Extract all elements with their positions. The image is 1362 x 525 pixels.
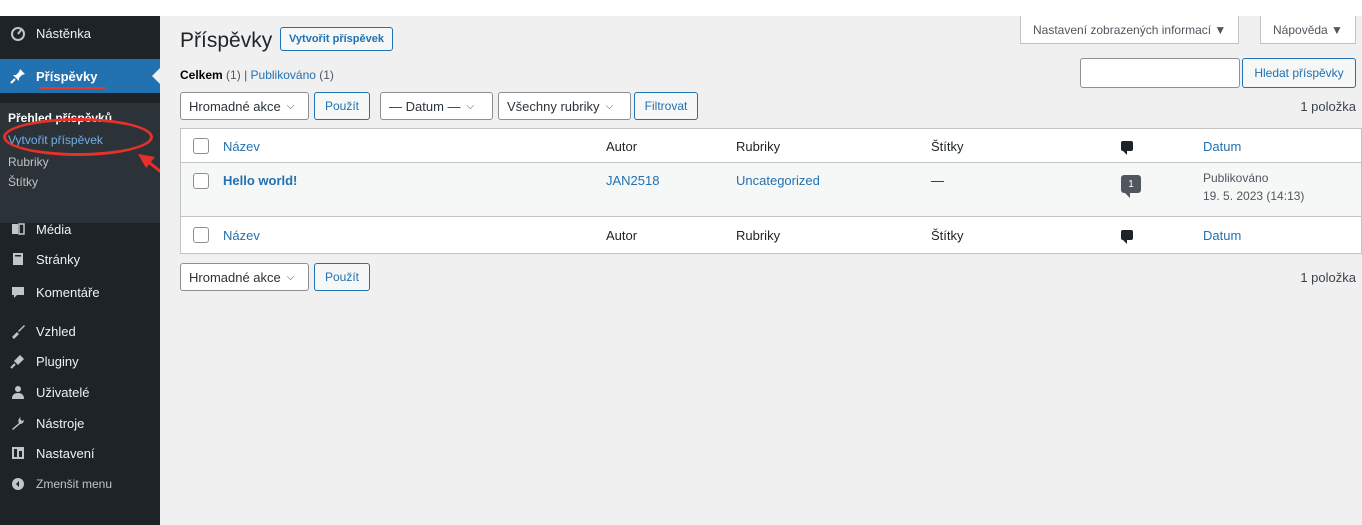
column-author: Autor	[606, 139, 638, 154]
pages-icon	[0, 251, 36, 267]
post-status-filters: Celkem (1) | Publikováno (1)	[180, 68, 334, 82]
comment-bubble-icon[interactable]	[1121, 141, 1133, 155]
submenu-tags[interactable]: Štítky	[8, 175, 38, 189]
menu-item-collapse[interactable]: Zmenšit menu	[0, 467, 160, 501]
table-footer-row: Název Autor Rubriky Štítky Datum	[181, 217, 1361, 253]
admin-bar	[0, 0, 1362, 16]
filter-all[interactable]: Celkem	[180, 68, 223, 82]
column-title-footer[interactable]: Název	[223, 228, 260, 243]
menu-label: Zmenšit menu	[36, 477, 113, 491]
item-count-bottom: 1 položka	[1300, 270, 1356, 285]
users-icon	[0, 384, 36, 400]
menu-label: Nastavení	[36, 445, 95, 461]
main-content: Nastavení zobrazených informací ▼ Nápově…	[160, 16, 1362, 525]
add-new-post-button[interactable]: Vytvořit příspěvek	[280, 27, 393, 51]
posts-table: Název Autor Rubriky Štítky Datum Hello w…	[180, 128, 1362, 254]
submenu-categories[interactable]: Rubriky	[8, 155, 49, 169]
active-arrow	[152, 68, 160, 84]
comment-count-bubble[interactable]: 1	[1121, 175, 1141, 198]
menu-item-appearance[interactable]: Vzhled	[0, 314, 160, 348]
column-tags-footer: Štítky	[931, 228, 964, 243]
menu-label: Příspěvky	[36, 68, 98, 84]
screen-options-button[interactable]: Nastavení zobrazených informací ▼	[1020, 16, 1240, 44]
post-status: Publikováno	[1203, 171, 1269, 185]
annotation-underline	[40, 87, 106, 89]
settings-icon	[0, 445, 36, 461]
column-categories: Rubriky	[736, 139, 781, 154]
chevron-down-icon: ⌵	[605, 100, 614, 112]
filter-separator: |	[244, 68, 248, 82]
tools-icon	[0, 415, 36, 431]
post-category-link[interactable]: Uncategorized	[736, 173, 820, 188]
menu-item-plugins[interactable]: Pluginy	[0, 344, 160, 378]
category-filter-value: Všechny rubriky	[507, 98, 600, 114]
category-filter-select[interactable]: Všechny rubriky ⌵	[498, 92, 631, 120]
menu-label: Pluginy	[36, 353, 79, 369]
menu-label: Nástěnka	[36, 25, 91, 41]
post-title-link[interactable]: Hello world!	[223, 173, 297, 188]
chevron-down-icon: ⌵	[466, 100, 475, 112]
pin-icon	[0, 68, 36, 84]
column-date[interactable]: Datum	[1203, 139, 1241, 154]
bulk-actions-value: Hromadné akce	[189, 269, 281, 285]
filter-published-count: (1)	[319, 68, 334, 82]
search-input[interactable]	[1080, 58, 1240, 88]
table-row: Hello world! JAN2518 Uncategorized — 1 P…	[181, 163, 1361, 217]
menu-item-pages[interactable]: Stránky	[0, 242, 160, 276]
column-author-footer: Autor	[606, 228, 638, 243]
post-author-link[interactable]: JAN2518	[606, 173, 659, 188]
admin-sidebar: Nástěnka Příspěvky Přehled příspěvků Vyt…	[0, 16, 160, 525]
filter-button[interactable]: Filtrovat	[634, 92, 698, 120]
help-button[interactable]: Nápověda ▼	[1260, 16, 1356, 44]
menu-item-posts[interactable]: Příspěvky	[0, 59, 160, 93]
bulk-actions-select-bottom[interactable]: Hromadné akce ⌵	[180, 263, 309, 291]
menu-item-dashboard[interactable]: Nástěnka	[0, 16, 160, 50]
collapse-icon	[0, 476, 36, 492]
column-tags: Štítky	[931, 139, 964, 154]
page-title: Příspěvky	[180, 29, 273, 52]
apply-button[interactable]: Použít	[314, 92, 370, 120]
select-all-checkbox[interactable]	[193, 138, 209, 154]
chevron-down-icon: ⌵	[286, 271, 295, 283]
comments-icon	[0, 284, 36, 300]
media-icon	[0, 221, 36, 237]
dashboard-icon	[0, 25, 36, 41]
menu-item-users[interactable]: Uživatelé	[0, 375, 160, 409]
menu-label: Média	[36, 221, 72, 237]
row-checkbox[interactable]	[193, 173, 209, 189]
column-title[interactable]: Název	[223, 139, 260, 154]
menu-label: Stránky	[36, 251, 81, 267]
menu-item-comments[interactable]: Komentáře	[0, 275, 160, 309]
annotation-circle	[3, 118, 153, 156]
menu-label: Komentáře	[36, 284, 100, 300]
post-tags: —	[931, 173, 944, 188]
date-filter-select[interactable]: — Datum — ⌵	[380, 92, 493, 120]
chevron-down-icon: ⌵	[286, 100, 295, 112]
filter-all-count: (1)	[226, 68, 241, 82]
appearance-icon	[0, 323, 36, 339]
plugins-icon	[0, 353, 36, 369]
column-date-footer[interactable]: Datum	[1203, 228, 1241, 243]
apply-button-bottom[interactable]: Použít	[314, 263, 370, 291]
post-date: 19. 5. 2023 (14:13)	[1203, 189, 1305, 203]
bulk-actions-value: Hromadné akce	[189, 98, 281, 114]
menu-label: Nástroje	[36, 415, 85, 431]
menu-label: Vzhled	[36, 323, 76, 339]
menu-label: Uživatelé	[36, 384, 90, 400]
menu-item-media[interactable]: Média	[0, 212, 160, 246]
bulk-actions-select[interactable]: Hromadné akce ⌵	[180, 92, 309, 120]
menu-item-settings[interactable]: Nastavení	[0, 436, 160, 470]
select-all-checkbox-footer[interactable]	[193, 227, 209, 243]
table-header-row: Název Autor Rubriky Štítky Datum	[181, 129, 1361, 163]
filter-published[interactable]: Publikováno	[251, 68, 316, 82]
item-count-top: 1 položka	[1300, 99, 1356, 114]
date-filter-value: — Datum —	[389, 98, 461, 114]
column-categories-footer: Rubriky	[736, 228, 781, 243]
menu-item-tools[interactable]: Nástroje	[0, 406, 160, 440]
search-posts-button[interactable]: Hledat příspěvky	[1242, 58, 1356, 88]
comment-bubble-icon[interactable]	[1121, 230, 1133, 244]
